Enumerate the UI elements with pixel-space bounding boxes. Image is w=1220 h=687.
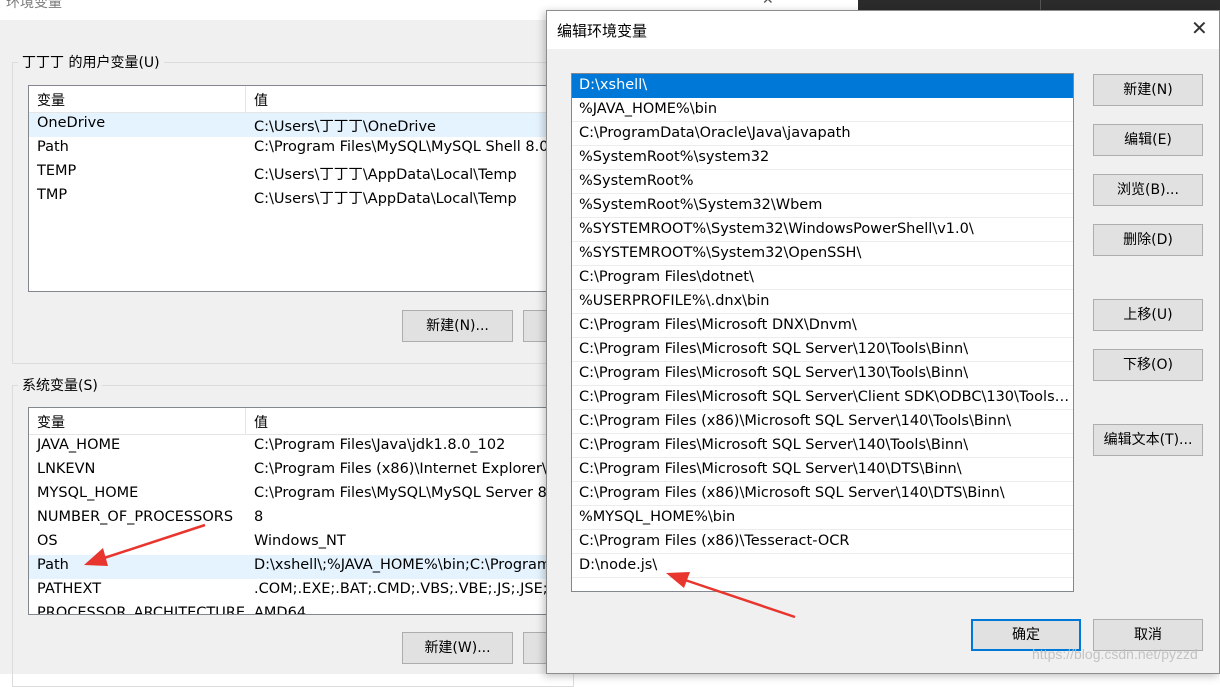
table-row[interactable]: LNKEVN C:\Program Files (x86)\Internet E… <box>29 459 589 483</box>
list-item[interactable]: %SystemRoot%\System32\Wbem <box>572 194 1073 218</box>
list-item[interactable]: C:\Program Files (x86)\Microsoft SQL Ser… <box>572 410 1073 434</box>
edit-text-button[interactable]: 编辑文本(T)... <box>1093 424 1203 456</box>
variable-name: JAVA_HOME <box>37 437 121 453</box>
table-row[interactable]: PROCESSOR_ARCHITECTURE AMD64 <box>29 603 589 615</box>
list-item[interactable]: %MYSQL_HOME%\bin <box>572 506 1073 530</box>
variable-name: Path <box>37 557 69 573</box>
list-item[interactable]: D:\xshell\ <box>572 74 1073 98</box>
list-item[interactable]: %SystemRoot% <box>572 170 1073 194</box>
table-row[interactable]: TMP C:\Users\丁丁丁\AppData\Local\Temp <box>29 185 589 209</box>
variable-name: NUMBER_OF_PROCESSORS <box>37 509 234 525</box>
variable-value: C:\Users\丁丁丁\OneDrive <box>254 119 436 135</box>
variable-name: LNKEVN <box>37 461 96 477</box>
dialog-titlebar[interactable]: 编辑环境变量 ✕ <box>547 11 1219 49</box>
list-item[interactable]: C:\Program Files (x86)\Microsoft SQL Ser… <box>572 482 1073 506</box>
variable-name: Path <box>37 139 69 155</box>
variable-name: MYSQL_HOME <box>37 485 139 501</box>
user-new-button[interactable]: 新建(N)... <box>402 310 513 342</box>
system-new-button[interactable]: 新建(W)... <box>402 632 513 664</box>
variable-value: C:\Program Files (x86)\Internet Explorer… <box>254 461 547 477</box>
list-item[interactable]: %SYSTEMROOT%\System32\OpenSSH\ <box>572 242 1073 266</box>
list-item[interactable]: C:\Program Files\Microsoft SQL Server\14… <box>572 458 1073 482</box>
table-row[interactable]: PATHEXT .COM;.EXE;.BAT;.CMD;.VBS;.VBE;.J… <box>29 579 589 603</box>
move-up-button[interactable]: 上移(U) <box>1093 299 1203 331</box>
list-header: 变量 值 <box>29 86 589 113</box>
list-item[interactable]: C:\Program Files\dotnet\ <box>572 266 1073 290</box>
new-button[interactable]: 新建(N) <box>1093 74 1203 106</box>
list-item[interactable]: %JAVA_HOME%\bin <box>572 98 1073 122</box>
list-item[interactable]: C:\Program Files (x86)\Tesseract-OCR <box>572 530 1073 554</box>
variable-value: .COM;.EXE;.BAT;.CMD;.VBS;.VBE;.JS;.JSE;.… <box>254 581 567 597</box>
close-icon[interactable]: ✕ <box>762 0 774 8</box>
variable-name: TEMP <box>37 163 77 179</box>
variable-value: Windows_NT <box>254 533 346 549</box>
table-row[interactable]: Path C:\Program Files\MySQL\MySQL Shell … <box>29 137 589 161</box>
edit-environment-variable-dialog: 编辑环境变量 ✕ D:\xshell\ %JAVA_HOME%\bin C:\Pro… <box>546 10 1220 674</box>
column-header-variable[interactable]: 变量 <box>37 412 65 432</box>
user-variables-legend: 丁丁丁 的用户变量(U) <box>18 52 164 72</box>
variable-value: D:\xshell\;%JAVA_HOME%\bin;C:\Program <box>254 557 551 573</box>
system-variables-list[interactable]: 变量 值 JAVA_HOME C:\Program Files\Java\jdk… <box>28 407 590 615</box>
table-row[interactable]: TEMP C:\Users\丁丁丁\AppData\Local\Temp <box>29 161 589 185</box>
move-down-button[interactable]: 下移(O) <box>1093 349 1203 381</box>
list-item[interactable]: C:\Program Files\Microsoft SQL Server\13… <box>572 362 1073 386</box>
column-header-value[interactable]: 值 <box>254 90 268 110</box>
edit-button[interactable]: 编辑(E) <box>1093 124 1203 156</box>
variable-value: C:\Users\丁丁丁\AppData\Local\Temp <box>254 191 517 207</box>
browse-button[interactable]: 浏览(B)... <box>1093 174 1203 206</box>
list-item[interactable]: C:\ProgramData\Oracle\Java\javapath <box>572 122 1073 146</box>
variable-value: AMD64 <box>254 605 307 615</box>
column-header-variable[interactable]: 变量 <box>37 90 65 110</box>
list-item[interactable]: C:\Program Files\Microsoft DNX\Dnvm\ <box>572 314 1073 338</box>
list-item[interactable]: C:\Program Files\Microsoft SQL Server\14… <box>572 434 1073 458</box>
variable-value: 8 <box>254 509 264 525</box>
variable-name: OneDrive <box>37 115 106 131</box>
close-icon[interactable]: ✕ <box>1191 16 1208 40</box>
variable-value: C:\Program Files\Java\jdk1.8.0_102 <box>254 437 506 453</box>
watermark-text: https://blog.csdn.net/pyzzd <box>1032 646 1198 662</box>
column-divider[interactable] <box>245 86 246 112</box>
system-variables-legend: 系统变量(S) <box>18 375 102 395</box>
table-row[interactable]: JAVA_HOME C:\Program Files\Java\jdk1.8.0… <box>29 435 589 459</box>
list-item[interactable]: %SystemRoot%\system32 <box>572 146 1073 170</box>
table-row[interactable]: Path D:\xshell\;%JAVA_HOME%\bin;C:\Progr… <box>29 555 589 579</box>
list-item[interactable]: %SYSTEMROOT%\System32\WindowsPowerShell\… <box>572 218 1073 242</box>
table-row[interactable]: OneDrive C:\Users\丁丁丁\OneDrive <box>29 113 589 137</box>
user-variables-list[interactable]: 变量 值 OneDrive C:\Users\丁丁丁\OneDrive Path… <box>28 85 590 292</box>
delete-button[interactable]: 删除(D) <box>1093 224 1203 256</box>
table-row[interactable]: OS Windows_NT <box>29 531 589 555</box>
list-item[interactable]: C:\Program Files\Microsoft SQL Server\Cl… <box>572 386 1073 410</box>
variable-name: TMP <box>37 187 68 203</box>
variable-name: OS <box>37 533 58 549</box>
variable-name: PROCESSOR_ARCHITECTURE <box>37 605 246 615</box>
table-row[interactable]: NUMBER_OF_PROCESSORS 8 <box>29 507 589 531</box>
window-title: 环境变量 <box>6 0 62 11</box>
list-item[interactable]: %USERPROFILE%\.dnx\bin <box>572 290 1073 314</box>
path-entries-list[interactable]: D:\xshell\ %JAVA_HOME%\bin C:\ProgramData\… <box>571 73 1074 592</box>
column-divider[interactable] <box>245 408 246 434</box>
variable-value: C:\Program Files\MySQL\MySQL Server 8 <box>254 485 547 501</box>
table-row[interactable]: MYSQL_HOME C:\Program Files\MySQL\MySQL … <box>29 483 589 507</box>
background-desktop-strip <box>858 0 1220 10</box>
column-header-value[interactable]: 值 <box>254 412 268 432</box>
list-header: 变量 值 <box>29 408 589 435</box>
list-item[interactable]: D:\node.js\ <box>572 554 1073 578</box>
background-divider <box>1040 0 1041 10</box>
variable-value: C:\Users\丁丁丁\AppData\Local\Temp <box>254 167 517 183</box>
list-item[interactable]: C:\Program Files\Microsoft SQL Server\12… <box>572 338 1073 362</box>
dialog-title: 编辑环境变量 <box>557 22 648 40</box>
variable-name: PATHEXT <box>37 581 102 597</box>
variable-value: C:\Program Files\MySQL\MySQL Shell 8.0 <box>254 139 549 155</box>
